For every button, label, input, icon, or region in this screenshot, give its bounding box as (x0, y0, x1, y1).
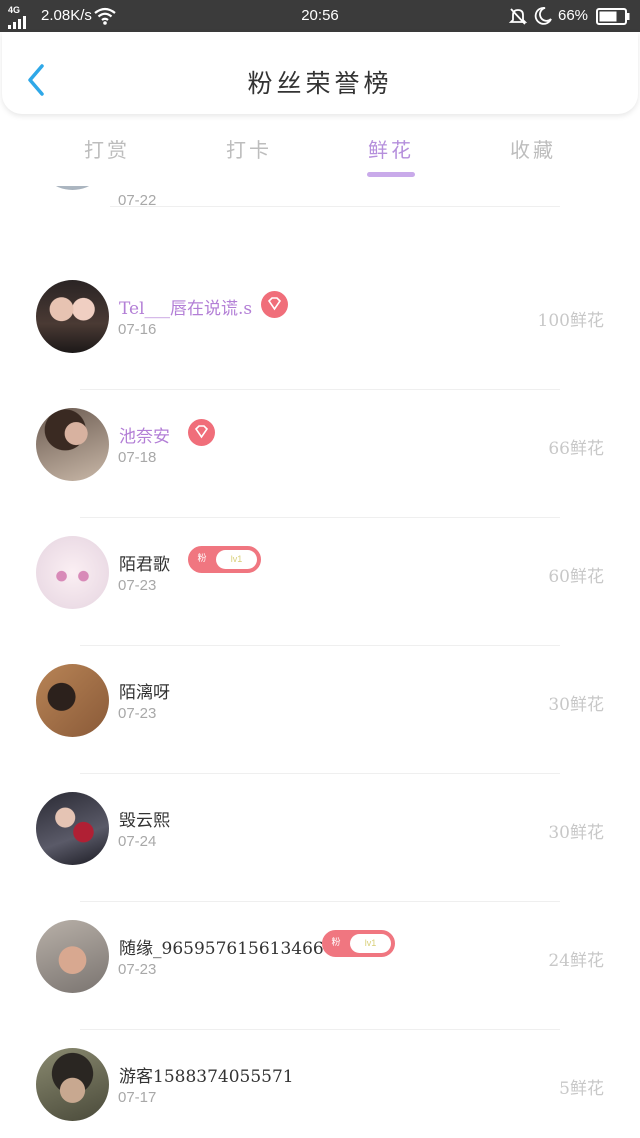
page-title: 粉丝荣誉榜 (247, 69, 393, 98)
flower-count: 60鲜花 (548, 567, 604, 587)
active-tab-indicator (367, 172, 415, 177)
tab-label: 收藏 (510, 138, 556, 162)
tab-flowers[interactable]: 鲜花 (341, 134, 441, 177)
flower-count: 30鲜花 (548, 823, 604, 843)
fan-name: 池奈安 (119, 427, 170, 447)
list-item[interactable]: 池奈安 07-18 66鲜花 (0, 334, 640, 481)
tab-label: 打卡 (226, 138, 272, 162)
tab-checkin[interactable]: 打卡 (199, 134, 299, 163)
tab-label: 打赏 (84, 138, 130, 162)
tab-tips[interactable]: 打赏 (57, 134, 157, 163)
divider (80, 645, 560, 646)
divider (110, 206, 560, 207)
divider (80, 773, 560, 774)
moon-icon (534, 7, 552, 25)
list-item[interactable]: 毁云熙 07-24 30鲜花 (0, 718, 640, 865)
flower-count: 5鲜花 (559, 1079, 604, 1099)
entry-date: 07-17 (118, 1089, 157, 1106)
list-item[interactable]: 陌漓呀 07-23 30鲜花 (0, 590, 640, 737)
badge-label: 粉 (331, 938, 341, 948)
flower-count: 100鲜花 (537, 311, 604, 331)
avatar (36, 186, 109, 190)
badge-level: lv1 (216, 550, 257, 569)
fan-name: 游客1588374055571 (119, 1067, 294, 1087)
status-bar: 4G 2.08K/s 20:56 66% (0, 0, 640, 32)
divider (80, 517, 560, 518)
tab-bar: 打赏 打卡 鲜花 收藏 (0, 118, 640, 182)
fan-name: Tel___唇在说谎.s (119, 299, 253, 319)
bell-muted-icon (508, 8, 528, 25)
divider (80, 901, 560, 902)
list-item[interactable]: 游客1588374055571 07-17 5鲜花 (0, 974, 640, 1121)
flower-count: 30鲜花 (548, 695, 604, 715)
flower-count: 24鲜花 (548, 951, 604, 971)
fan-name: 陌君歌 (119, 555, 170, 575)
fan-name: 陌漓呀 (119, 683, 170, 703)
fan-level-badge: 粉 lv1 (322, 930, 395, 957)
battery-icon (596, 8, 630, 25)
list-item[interactable]: Tel___唇在说谎.s 07-16 100鲜花 (0, 206, 640, 353)
diamond-icon (188, 419, 215, 446)
tab-label: 鲜花 (368, 138, 414, 162)
badge-level: lv1 (350, 934, 391, 953)
fan-ranking-list[interactable]: 07-22 Tel___唇在说谎.s 07-16 100鲜花 池奈安 07-18… (0, 186, 640, 1138)
flower-count: 66鲜花 (548, 439, 604, 459)
divider (80, 1029, 560, 1030)
list-item[interactable]: 陌君歌 粉 lv1 07-23 60鲜花 (0, 462, 640, 609)
divider (80, 389, 560, 390)
battery-percent: 66% (558, 7, 589, 24)
tab-favorites[interactable]: 收藏 (483, 134, 583, 163)
list-item[interactable]: 随缘_96595761561346665 粉 lv1 07-23 24鲜花 (0, 846, 640, 993)
app-header: 粉丝荣誉榜 (2, 32, 638, 114)
badge-label: 粉 (197, 554, 207, 564)
fan-name: 随缘_96595761561346665 (119, 939, 346, 959)
diamond-icon (261, 291, 288, 318)
fan-level-badge: 粉 lv1 (188, 546, 261, 573)
fan-name: 毁云熙 (119, 811, 170, 831)
avatar (36, 1048, 109, 1121)
